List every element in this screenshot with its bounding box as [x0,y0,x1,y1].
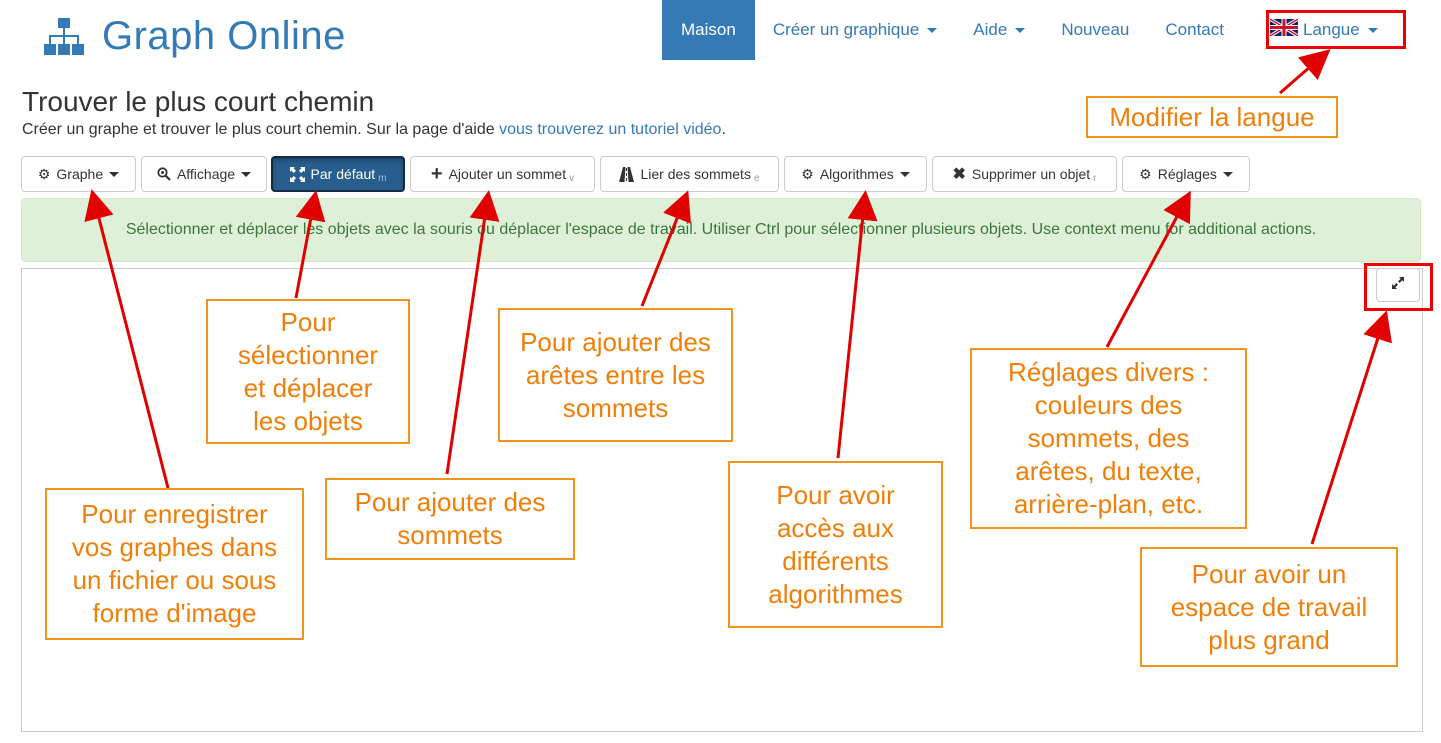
gear-icon: ⚙ [37,165,51,182]
callout-text: Pour ajouter des sommets [354,487,546,550]
caret-down-icon [241,171,252,177]
nav-item-contact[interactable]: Contact [1147,0,1242,60]
caret-down-icon [899,171,910,177]
callout-language: Modifier la langue [1086,96,1338,138]
delete-object-button[interactable]: ✖ Supprimer un objet r [932,156,1117,192]
zoom-icon [157,167,171,181]
callout-text: Modifier la langue [1109,101,1315,132]
fullscreen-highlight [1364,263,1433,311]
callout-settings: Réglages divers : couleurs des sommets, … [970,348,1247,529]
button-label: Réglages [1157,166,1217,182]
gear-icon: ⚙ [801,165,814,182]
nav-item-create-graph[interactable]: Créer un graphique [755,0,955,60]
button-label: Supprimer un objet [971,166,1091,182]
nav-label: Maison [681,20,736,39]
tutorial-video-link[interactable]: vous trouverez un tutoriel vidéo [499,121,721,138]
callout-save: Pour enregistrer vos graphes dans un fic… [45,488,304,640]
nav-item-help[interactable]: Aide [955,0,1043,60]
callout-text: Pour avoir accès aux différents algorith… [768,479,903,609]
caret-down-icon [1222,171,1233,177]
subtitle-end: . [721,121,726,138]
brand[interactable]: Graph Online [44,14,346,59]
close-icon: ✖ [952,166,966,183]
callout-fullscreen: Pour avoir un espace de travail plus gra… [1140,547,1398,667]
callout-algorithms: Pour avoir accès aux différents algorith… [728,461,943,628]
view-menu-button[interactable]: Affichage [141,156,267,192]
callout-text: Pour sélectionner et déplacer les objets [237,306,379,436]
nav-label: Nouveau [1061,20,1130,39]
callout-vertices: Pour ajouter des sommets [325,478,575,560]
caret-down-icon [927,27,938,33]
button-label: Graphe [56,166,104,182]
shortcut-hint: v [569,172,575,184]
callout-text: Pour avoir un espace de travail plus gra… [1170,558,1368,655]
language-highlight [1266,10,1406,49]
road-icon [619,166,635,182]
gear-icon: ⚙ [1139,165,1152,182]
info-alert: Sélectionner et déplacer les objets avec… [21,198,1421,262]
shortcut-hint: r [1093,172,1097,184]
subtitle-text: Créer un graphe et trouver le plus court… [22,121,500,138]
nav-item-home[interactable]: Maison [662,0,755,60]
button-label: Par défaut [310,166,376,182]
page-title: Trouver le plus court chemin [22,86,375,117]
algorithms-menu-button[interactable]: ⚙ Algorithmes [784,156,927,192]
default-mode-button[interactable]: Par défaut m [271,156,405,192]
callout-text: Pour enregistrer vos graphes dans un fic… [71,499,278,628]
plus-icon: + [430,162,443,185]
add-vertex-button[interactable]: + Ajouter un sommet v [410,156,595,192]
shortcut-hint: m [378,172,387,184]
caret-down-icon [1015,27,1026,33]
brand-title: Graph Online [102,14,346,58]
button-label: Affichage [176,166,236,182]
connect-vertices-button[interactable]: Lier des sommets e [600,156,779,192]
graph-menu-button[interactable]: ⚙ Graphe [21,156,136,192]
button-label: Ajouter un sommet [448,166,567,182]
nav-label: Contact [1165,20,1224,39]
alert-text: Sélectionner et déplacer les objets avec… [125,221,1317,238]
callout-text: Pour ajouter des arêtes entre les sommet… [520,326,711,423]
button-label: Algorithmes [819,166,894,182]
settings-menu-button[interactable]: ⚙ Réglages [1122,156,1250,192]
nav-label: Aide [973,20,1008,39]
callout-text: Réglages divers : couleurs des sommets, … [1008,357,1209,519]
button-label: Lier des sommets [640,166,751,182]
sitemap-icon [44,17,84,56]
nav-item-new[interactable]: Nouveau [1043,0,1147,60]
callout-select: Pour sélectionner et déplacer les objets [206,299,410,444]
nav-label: Créer un graphique [772,20,920,39]
caret-down-icon [109,171,120,177]
move-icon [289,166,305,182]
page-subtitle: Créer un graphe et trouver le plus court… [22,121,726,139]
callout-edges: Pour ajouter des arêtes entre les sommet… [498,308,733,442]
shortcut-hint: e [753,172,760,184]
